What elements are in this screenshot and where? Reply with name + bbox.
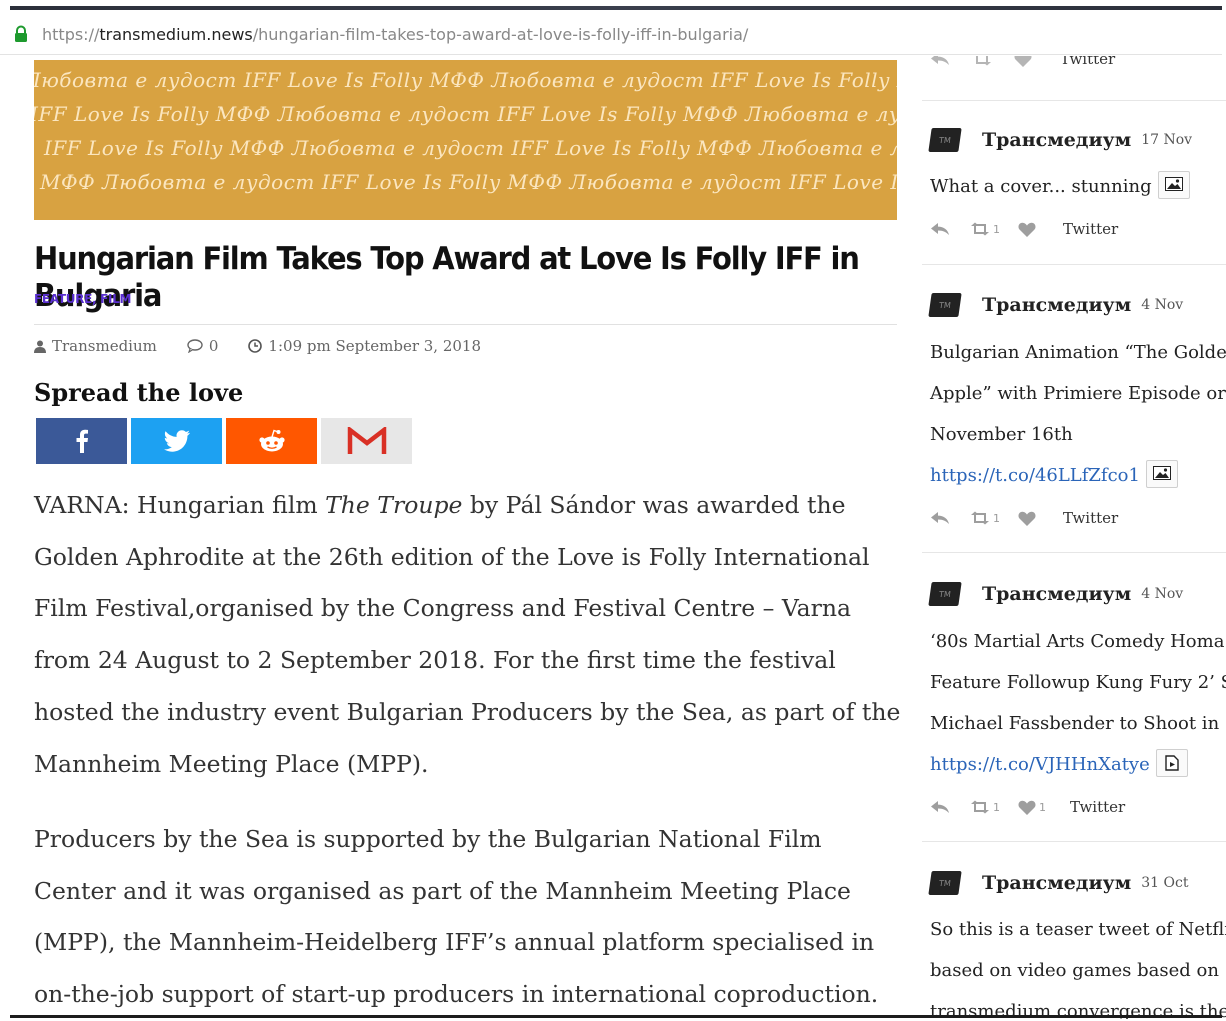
tweet-actions: 1 Twitter [930,220,1118,238]
tweet-date[interactable]: 31 Oct [1141,875,1188,891]
twitter-bird-icon [163,429,190,452]
tweet-text: ‘80s Martial Arts Comedy Homa Feature Fol… [930,631,1226,777]
browser-top-bar [10,6,1222,10]
comment-icon [187,339,203,353]
twitter-link[interactable]: Twitter [1060,56,1115,68]
avatar[interactable]: TM [928,871,962,895]
article-title: Hungarian Film Takes Top Award at Love I… [34,240,860,314]
url-scheme: https:// [42,25,100,44]
url-text[interactable]: https://transmedium.news/hungarian-film-… [42,25,748,44]
avatar[interactable]: TM [928,293,962,317]
twitter-link[interactable]: Twitter [1063,220,1118,238]
retweet-icon[interactable] [972,56,992,66]
document-media-icon[interactable] [1155,749,1188,777]
tweet-separator [922,552,1226,553]
tweet-link[interactable]: https://t.co/46LLfZfco1 [930,465,1140,486]
film-title: The Troupe [325,491,463,519]
article-paragraph: VARNA: Hungarian film The Troupe by Pál … [34,491,901,778]
like-heart-icon[interactable] [1018,511,1036,526]
spread-the-love-heading: Spread the love [34,378,244,407]
tweet-separator [922,841,1226,842]
reply-icon[interactable] [930,222,950,236]
tweet-actions: Twitter [930,56,1115,68]
banner-row: IFF Love Is Folly МФФ Любовта е лудост I… [34,102,897,126]
tweet-author[interactable]: Трансмедиум [982,294,1131,316]
clock-icon [248,339,263,353]
image-media-icon[interactable] [1157,171,1190,199]
twitter-link[interactable]: Twitter [1070,798,1125,816]
like-heart-icon[interactable] [1014,56,1032,67]
banner-row: IFF Love Is Folly МФФ Любовта е лудост I… [44,136,897,160]
banner-row: МФФ Любовта е лудост IFF Love Is Folly М… [40,170,897,194]
tweet-date[interactable]: 4 Nov [1141,586,1183,602]
address-bar[interactable]: https://transmedium.news/hungarian-film-… [0,14,1222,55]
retweet-count: 1 [993,222,1000,236]
tweet-author[interactable]: Трансмедиум [982,872,1131,894]
avatar[interactable]: TM [928,582,962,606]
reply-icon[interactable] [930,511,950,525]
share-twitter-button[interactable] [131,418,222,464]
bottom-rule [10,1015,1222,1018]
tweet-header: TM Трансмедиум 4 Nov [928,582,1183,606]
avatar[interactable]: TM [928,128,962,152]
tweet-text: What a cover... stunning [930,166,1226,207]
tweet-separator [922,264,1226,265]
tweet-author[interactable]: Трансмедиум [982,583,1131,605]
tweet-text: So this is a teaser tweet of Netfli based… [930,919,1226,1019]
article-categories[interactable]: FEATURE, FILM [34,292,132,306]
retweet-count: 1 [993,800,1000,814]
facebook-icon [76,429,88,453]
banner-row: Любовта е лудост IFF Love Is Folly МФФ Л… [34,68,897,92]
tweet-text: Bulgarian Animation “The Golde Apple” wit… [930,342,1226,488]
reply-icon[interactable] [930,56,950,66]
like-heart-icon[interactable] [1018,222,1036,237]
share-reddit-button[interactable] [226,418,317,464]
tweet-link[interactable]: https://t.co/VJHHnXatye [930,754,1150,775]
tweet-separator [922,100,1226,101]
tweet-actions: 1 1 Twitter [930,798,1125,816]
meta-divider [34,324,897,325]
tweet-header: TM Трансмедиум 17 Nov [928,128,1192,152]
share-gmail-button[interactable] [321,418,412,464]
user-icon [34,340,46,353]
like-count: 1 [1039,800,1046,814]
twitter-feed-sidebar: Twitter TM Трансмедиум 17 Nov What a cov… [922,56,1226,1019]
tweet-header: TM Трансмедиум 4 Nov [928,293,1183,317]
retweet-icon[interactable] [970,222,990,236]
tweet-date[interactable]: 17 Nov [1141,132,1192,148]
tweet-date[interactable]: 4 Nov [1141,297,1183,313]
reddit-icon [258,429,285,452]
tweet-actions: 1 Twitter [930,509,1118,527]
retweet-icon[interactable] [970,800,990,814]
url-path: /hungarian-film-takes-top-award-at-love-… [252,25,749,44]
url-host: transmedium.news [99,25,253,44]
like-heart-icon[interactable] [1018,800,1036,815]
gmail-icon [347,427,386,454]
twitter-link[interactable]: Twitter [1063,509,1118,527]
comment-count[interactable]: 0 [209,337,219,355]
image-media-icon[interactable] [1145,460,1178,488]
share-facebook-button[interactable] [36,418,127,464]
lock-icon [15,25,27,42]
share-buttons [36,418,412,464]
article-paragraph: Producers by the Sea is supported by the… [34,825,879,1009]
author-name[interactable]: Transmedium [52,337,157,355]
retweet-icon[interactable] [970,511,990,525]
tweet-author[interactable]: Трансмедиум [982,129,1131,151]
post-meta: Transmedium 0 1:09 pm September 3, 2018 [34,337,481,355]
tweet-header: TM Трансмедиум 31 Oct [928,871,1188,895]
post-datetime: 1:09 pm September 3, 2018 [268,337,482,355]
retweet-count: 1 [993,511,1000,525]
festival-banner-image: Любовта е лудост IFF Love Is Folly МФФ Л… [34,60,897,220]
reply-icon[interactable] [930,800,950,814]
